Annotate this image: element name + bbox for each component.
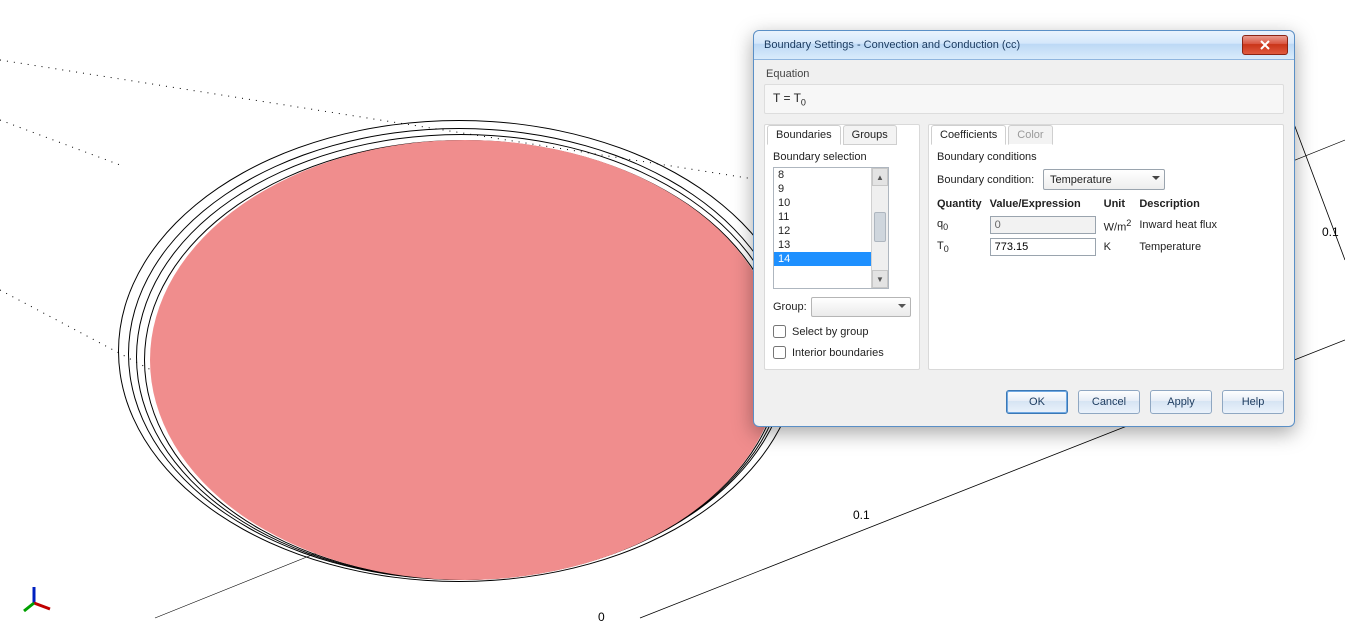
- boundary-selection-label: Boundary selection: [773, 151, 911, 163]
- coefficients-table: Quantity Value/Expression Unit Descripti…: [937, 196, 1225, 258]
- scroll-thumb[interactable]: [874, 212, 886, 242]
- selected-boundary-face[interactable]: [150, 140, 780, 580]
- table-row: T0 KTemperature: [937, 236, 1225, 258]
- tab-groups[interactable]: Groups: [843, 125, 897, 145]
- dialog-buttons: OK Cancel Apply Help: [754, 380, 1294, 426]
- help-button[interactable]: Help: [1222, 390, 1284, 414]
- select-by-group-label: Select by group: [792, 326, 868, 338]
- scrollbar[interactable]: ▲ ▼: [871, 168, 888, 288]
- axis-tick-c: 0.1: [1322, 225, 1339, 239]
- ok-button[interactable]: OK: [1006, 390, 1068, 414]
- interior-boundaries-checkbox[interactable]: Interior boundaries: [773, 346, 911, 359]
- tab-color: Color: [1008, 125, 1052, 145]
- close-icon: [1259, 40, 1271, 50]
- desc-cell: Inward heat flux: [1139, 214, 1225, 236]
- col-quantity: Quantity: [937, 196, 990, 214]
- select-by-group-checkbox[interactable]: Select by group: [773, 325, 911, 338]
- boundary-settings-dialog: Boundary Settings - Convection and Condu…: [753, 30, 1295, 427]
- tab-boundaries[interactable]: Boundaries: [767, 125, 841, 145]
- interior-boundaries-label: Interior boundaries: [792, 347, 884, 359]
- list-item[interactable]: 10: [774, 196, 872, 210]
- tab-coefficients[interactable]: Coefficients: [931, 125, 1006, 145]
- boundary-condition-value: Temperature: [1050, 174, 1112, 186]
- col-unit: Unit: [1104, 196, 1140, 214]
- equation-sub: 0: [801, 97, 806, 107]
- table-row: q0 W/m2Inward heat flux: [937, 214, 1225, 236]
- unit-cell: K: [1104, 236, 1140, 258]
- quantity-cell: T0: [937, 236, 990, 258]
- equation-text: T = T: [773, 91, 801, 105]
- col-desc: Description: [1139, 196, 1225, 214]
- axis-tick-b: 0: [598, 610, 605, 624]
- scroll-down-icon[interactable]: ▼: [872, 270, 888, 288]
- boundaries-panel: Boundaries Groups Boundary selection 891…: [764, 124, 920, 370]
- list-item[interactable]: 9: [774, 182, 872, 196]
- scroll-up-icon[interactable]: ▲: [872, 168, 888, 186]
- value-input: [990, 216, 1096, 234]
- list-item[interactable]: 8: [774, 168, 872, 182]
- axis-tick-a: 0.1: [853, 508, 870, 522]
- boundary-conditions-label: Boundary conditions: [937, 151, 1275, 163]
- close-button[interactable]: [1242, 35, 1288, 55]
- group-label: Group:: [773, 301, 807, 313]
- col-value: Value/Expression: [990, 196, 1104, 214]
- list-item[interactable]: 12: [774, 224, 872, 238]
- dialog-title: Boundary Settings - Convection and Condu…: [760, 39, 1242, 51]
- list-item[interactable]: 11: [774, 210, 872, 224]
- unit-cell: W/m2: [1104, 214, 1140, 236]
- boundary-listbox[interactable]: 891011121314 ▲ ▼: [773, 167, 889, 289]
- select-by-group-input[interactable]: [773, 325, 786, 338]
- list-item[interactable]: 14: [774, 252, 872, 266]
- coefficients-panel: Coefficients Color Boundary conditions B…: [928, 124, 1284, 370]
- value-input[interactable]: [990, 238, 1096, 256]
- equation-label: Equation: [766, 68, 1284, 80]
- group-combo[interactable]: [811, 297, 911, 317]
- boundary-condition-select[interactable]: Temperature: [1043, 169, 1165, 190]
- boundary-condition-label: Boundary condition:: [937, 174, 1037, 186]
- axis-gizmo: [22, 585, 52, 615]
- cancel-button[interactable]: Cancel: [1078, 390, 1140, 414]
- list-item[interactable]: 13: [774, 238, 872, 252]
- titlebar[interactable]: Boundary Settings - Convection and Condu…: [754, 31, 1294, 60]
- apply-button[interactable]: Apply: [1150, 390, 1212, 414]
- interior-boundaries-input[interactable]: [773, 346, 786, 359]
- desc-cell: Temperature: [1139, 236, 1225, 258]
- quantity-cell: q0: [937, 214, 990, 236]
- equation-box: T = T0: [764, 84, 1284, 114]
